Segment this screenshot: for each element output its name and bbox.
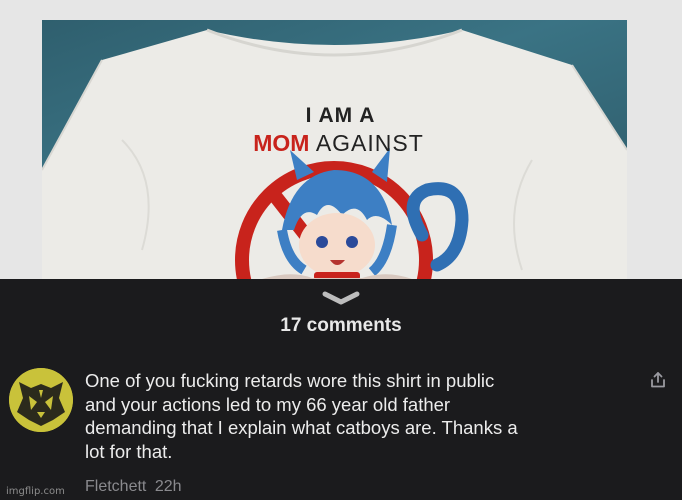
imgflip-watermark: imgflip.com bbox=[6, 486, 65, 497]
avatar[interactable] bbox=[9, 368, 73, 432]
comment-timestamp: 22h bbox=[154, 478, 182, 495]
post-image[interactable]: I AM A MOM AGAINST bbox=[42, 20, 627, 279]
comments-panel: 17 comments One of you fucking retards w… bbox=[0, 279, 682, 500]
comment-text: One of you fucking retards wore this shi… bbox=[85, 369, 630, 463]
comments-count: 17 comments bbox=[280, 315, 402, 336]
wolf-head-icon bbox=[9, 368, 73, 432]
comment-line: lot for that. bbox=[85, 440, 173, 462]
shirt-text-line1: I AM A bbox=[305, 104, 376, 127]
chevron-down-icon[interactable] bbox=[319, 287, 363, 309]
comment-line: and your actions led to my 66 year old f… bbox=[85, 393, 451, 415]
shirt-text-line2: MOM AGAINST bbox=[42, 130, 627, 157]
comment-line: demanding that I explain what catboys ar… bbox=[85, 417, 518, 438]
comment-line: One of you fucking retards wore this shi… bbox=[85, 370, 495, 391]
post-image-frame: I AM A MOM AGAINST bbox=[0, 0, 682, 279]
comment-author[interactable]: Fletchett bbox=[85, 478, 146, 495]
shirt-text-mom: MOM bbox=[253, 130, 310, 156]
shirt-text-against: AGAINST bbox=[315, 130, 424, 156]
screenshot: I AM A MOM AGAINST 17 comments One of yo… bbox=[0, 0, 682, 500]
share-icon[interactable] bbox=[649, 371, 667, 389]
comment-meta: Fletchett 22h bbox=[85, 478, 182, 496]
